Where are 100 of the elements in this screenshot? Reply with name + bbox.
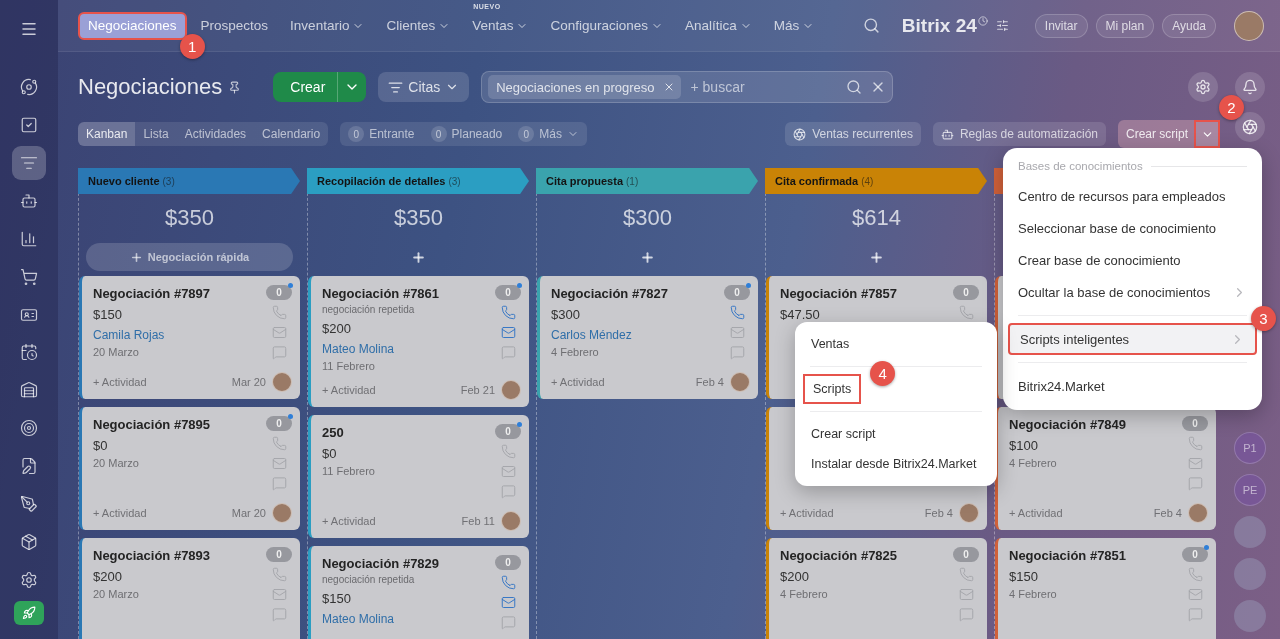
menu-item[interactable]: Instalar desde Bitrix24.Market	[803, 449, 989, 479]
stage-header[interactable]: Recopilación de detalles (3)	[307, 168, 529, 194]
add-activity-button[interactable]: + Actividad	[93, 376, 147, 388]
deal-title[interactable]: Negociación #7849	[1009, 417, 1176, 432]
deal-title[interactable]: Negociación #7895	[93, 417, 260, 432]
stage-header[interactable]: Cita propuesta (1)	[536, 168, 758, 194]
deal-title[interactable]: Negociación #7827	[551, 286, 718, 301]
chat-icon[interactable]	[271, 345, 287, 360]
deal-card[interactable]: Negociación #7897 $150 Camila Rojas 20 Marzo 0 + Actividad Mar 20	[79, 276, 300, 399]
chat-icon[interactable]	[958, 607, 974, 622]
phone-icon[interactable]	[271, 567, 287, 582]
chat-icon[interactable]	[500, 345, 516, 360]
deal-card[interactable]: Negociación #7851 $150 4 Febrero 0	[995, 538, 1216, 639]
filter-icon[interactable]	[12, 145, 46, 180]
bell-icon[interactable]	[1235, 72, 1265, 102]
client-link[interactable]: Mateo Molina	[322, 342, 489, 356]
add-activity-button[interactable]: + Actividad	[551, 376, 605, 388]
menu-item[interactable]: Bitrix24.Market	[1008, 370, 1257, 402]
add-activity-button[interactable]: + Actividad	[93, 507, 147, 519]
chat-icon[interactable]	[1187, 476, 1203, 491]
user-avatar[interactable]	[1234, 10, 1264, 41]
spiral-icon[interactable]	[1235, 112, 1265, 142]
settings-button[interactable]	[1188, 72, 1218, 102]
add-activity-button[interactable]: + Actividad	[322, 384, 376, 396]
deal-title[interactable]: Negociación #7893	[93, 548, 260, 563]
counter-filter[interactable]: 0 Más	[510, 122, 587, 146]
contact-avatar[interactable]	[1234, 600, 1266, 632]
script-menu-button[interactable]	[1194, 120, 1220, 148]
deal-card[interactable]: 250 $0 11 Febrero 0 + Actividad Feb 11	[308, 415, 529, 538]
deal-title[interactable]: Negociación #7851	[1009, 548, 1176, 563]
phone-icon[interactable]	[500, 444, 516, 459]
mail-icon[interactable]	[271, 325, 287, 340]
mail-icon[interactable]	[1187, 587, 1203, 602]
chat-icon[interactable]	[500, 615, 516, 630]
nav-tab[interactable]: Negociaciones	[78, 11, 187, 40]
contact-avatar[interactable]	[1234, 558, 1266, 590]
phone-icon[interactable]	[500, 305, 516, 320]
deal-title[interactable]: Negociación #7829	[322, 556, 489, 571]
mail-icon[interactable]	[729, 325, 745, 340]
client-link[interactable]: Mateo Molina	[322, 612, 489, 626]
deal-title[interactable]: 250	[322, 425, 489, 440]
mail-icon[interactable]	[1187, 456, 1203, 471]
client-link[interactable]: Carlos Méndez	[551, 328, 718, 342]
chat-icon[interactable]	[271, 476, 287, 491]
menu-item[interactable]: Ventas	[803, 329, 989, 359]
sliders-icon[interactable]	[995, 19, 1009, 32]
mail-icon[interactable]	[271, 456, 287, 471]
view-tab[interactable]: Kanban	[78, 122, 136, 146]
rocket-icon[interactable]	[14, 601, 44, 625]
deal-card[interactable]: Negociación #7861 negociación repetida $200 Mateo Molina 11 Febrero 0 + Actividad Feb 21	[308, 276, 529, 407]
view-tab[interactable]: Actividades	[176, 122, 255, 146]
add-activity-button[interactable]: + Actividad	[322, 515, 376, 527]
view-tab[interactable]: Lista	[135, 122, 177, 146]
stage-header[interactable]: Nuevo cliente (3)	[78, 168, 300, 194]
nav-tab[interactable]: Inventario	[282, 11, 373, 40]
action-button[interactable]: Ventas recurrentes	[785, 122, 921, 146]
chat-icon[interactable]	[500, 484, 516, 499]
mail-icon[interactable]	[500, 325, 516, 340]
phone-icon[interactable]	[271, 305, 287, 320]
header-button[interactable]: Ayuda	[1162, 13, 1216, 38]
phone-icon[interactable]	[500, 575, 516, 590]
chat-icon[interactable]	[1187, 607, 1203, 622]
menu-item[interactable]: Crear base de conocimiento	[1008, 244, 1257, 276]
menu-item[interactable]: Ocultar la base de conocimientos	[1008, 276, 1257, 308]
phone-icon[interactable]	[958, 567, 974, 582]
add-icon[interactable]	[411, 249, 426, 265]
menu-item[interactable]: Centro de recursos para empleados	[1008, 180, 1257, 212]
nav-tab[interactable]: Más	[765, 11, 823, 40]
search-field[interactable]: Negociaciones en progreso + buscar	[481, 71, 894, 103]
add-activity-button[interactable]: + Actividad	[780, 507, 834, 519]
nav-tab[interactable]: Analítica	[677, 11, 760, 40]
deal-card[interactable]: Negociación #7893 $200 20 Marzo 0	[79, 538, 300, 639]
add-icon[interactable]	[640, 249, 655, 265]
deal-title[interactable]: Negociación #7857	[780, 286, 947, 301]
mail-icon[interactable]	[500, 464, 516, 479]
search-icon[interactable]	[862, 17, 880, 34]
mail-icon[interactable]	[271, 587, 287, 602]
mail-icon[interactable]	[500, 595, 516, 610]
phone-icon[interactable]	[1187, 436, 1203, 451]
view-tab[interactable]: Calendario	[254, 122, 329, 146]
menu-item[interactable]: Scripts inteligentes	[1008, 323, 1257, 355]
nav-tab[interactable]: Clientes	[378, 11, 459, 40]
deal-card[interactable]: Negociación #7829 negociación repetida $150 Mateo Molina 0	[308, 546, 529, 639]
header-button[interactable]: Invitar	[1034, 13, 1088, 38]
phone-icon[interactable]	[271, 436, 287, 451]
client-link[interactable]: Camila Rojas	[93, 328, 260, 342]
search-icon[interactable]	[846, 79, 863, 95]
add-icon[interactable]	[869, 249, 884, 265]
pin-icon[interactable]	[228, 80, 242, 94]
deal-card[interactable]: Negociación #7827 $300 Carlos Méndez 4 Febrero 0 + Actividad Feb 4	[537, 276, 758, 399]
contact-avatar[interactable]	[1234, 516, 1266, 548]
deal-title[interactable]: Negociación #7825	[780, 548, 947, 563]
filter-chip[interactable]: Negociaciones en progreso	[488, 75, 681, 99]
deal-title[interactable]: Negociación #7897	[93, 286, 260, 301]
menu-item[interactable]: Crear script	[803, 419, 989, 449]
contact-avatar[interactable]: PE	[1234, 474, 1266, 506]
chat-icon[interactable]	[271, 607, 287, 622]
contact-avatar[interactable]: P1	[1234, 432, 1266, 464]
quick-deal-button[interactable]: Negociación rápida	[86, 243, 293, 271]
chat-icon[interactable]	[729, 345, 745, 360]
